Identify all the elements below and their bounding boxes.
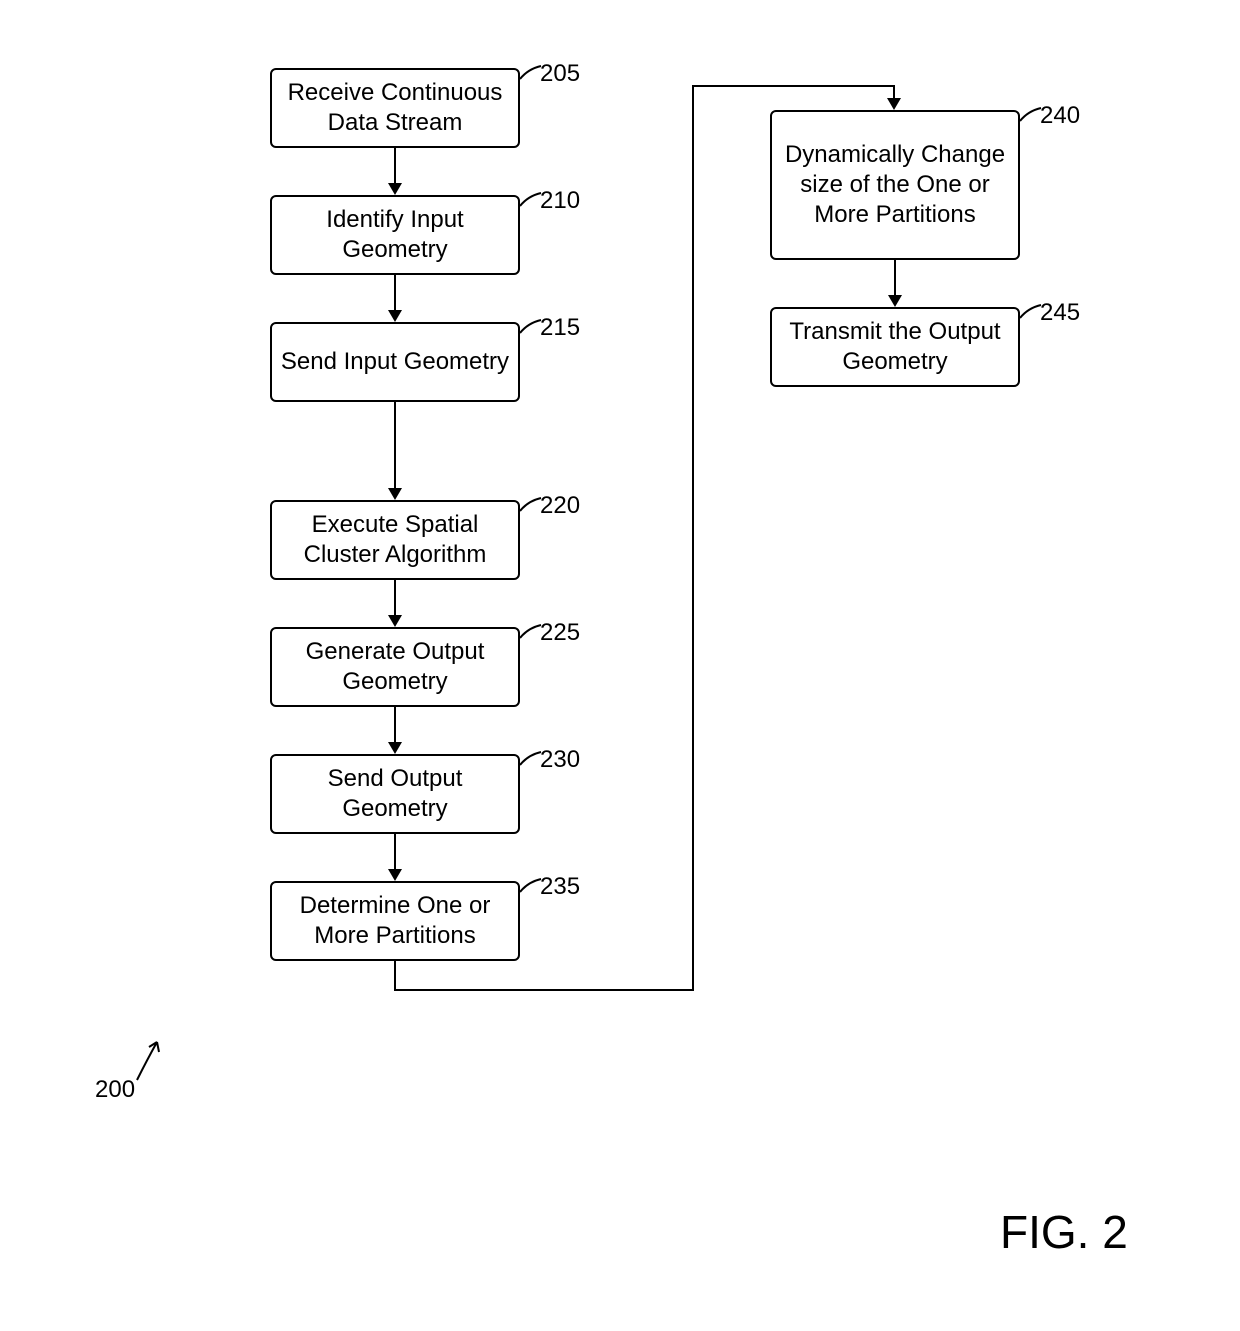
arrow-head-icon [388,310,402,322]
box-text: Send Input Geometry [281,347,509,377]
label-leader-icon [517,495,547,513]
box-text: Generate Output Geometry [280,637,510,697]
arrow-connector [394,989,694,991]
arrow-head-icon [887,98,901,110]
box-transmit-output-geometry: Transmit the Output Geometry [770,307,1020,387]
label-leader-icon [1017,105,1047,123]
label-leader-icon [517,749,547,767]
arrow-head-icon [388,183,402,195]
box-execute-spatial-cluster-algorithm: Execute Spatial Cluster Algorithm [270,500,520,580]
box-identify-input-geometry: Identify Input Geometry [270,195,520,275]
box-dynamically-change-size: Dynamically Change size of the One or Mo… [770,110,1020,260]
arrow-head-icon [388,869,402,881]
box-text: Determine One or More Partitions [280,891,510,951]
figure-caption: FIG. 2 [1000,1205,1128,1259]
box-send-input-geometry: Send Input Geometry [270,322,520,402]
box-determine-partitions: Determine One or More Partitions [270,881,520,961]
arrow-connector [893,85,895,99]
label-leader-icon [517,63,547,81]
figure-reference: 200 [95,1076,135,1104]
box-receive-continuous-data-stream: Receive Continuous Data Stream [270,68,520,148]
box-text: Identify Input Geometry [280,205,510,265]
label-leader-icon [517,190,547,208]
arrow-connector [394,275,396,311]
box-text: Transmit the Output Geometry [780,317,1010,377]
arrow-connector [394,148,396,184]
arrow-connector [394,961,396,991]
label-leader-icon [517,622,547,640]
box-text: Receive Continuous Data Stream [280,78,510,138]
label-leader-icon [1017,302,1047,320]
arrow-connector [692,85,694,991]
box-generate-output-geometry: Generate Output Geometry [270,627,520,707]
label-leader-icon [517,876,547,894]
label-leader-icon [517,317,547,335]
arrow-connector [394,707,396,743]
arrow-connector [894,260,896,296]
arrow-head-icon [388,488,402,500]
arrow-head-icon [388,615,402,627]
arrow-head-icon [888,295,902,307]
box-text: Send Output Geometry [280,764,510,824]
arrow-head-icon [388,742,402,754]
box-text: Dynamically Change size of the One or Mo… [780,140,1010,230]
arrow-connector [394,580,396,616]
arrow-connector [394,402,396,488]
box-text: Execute Spatial Cluster Algorithm [280,510,510,570]
arrow-connector [692,85,895,87]
curve-arrow-icon [132,1030,172,1085]
arrow-connector [394,834,396,870]
box-send-output-geometry: Send Output Geometry [270,754,520,834]
